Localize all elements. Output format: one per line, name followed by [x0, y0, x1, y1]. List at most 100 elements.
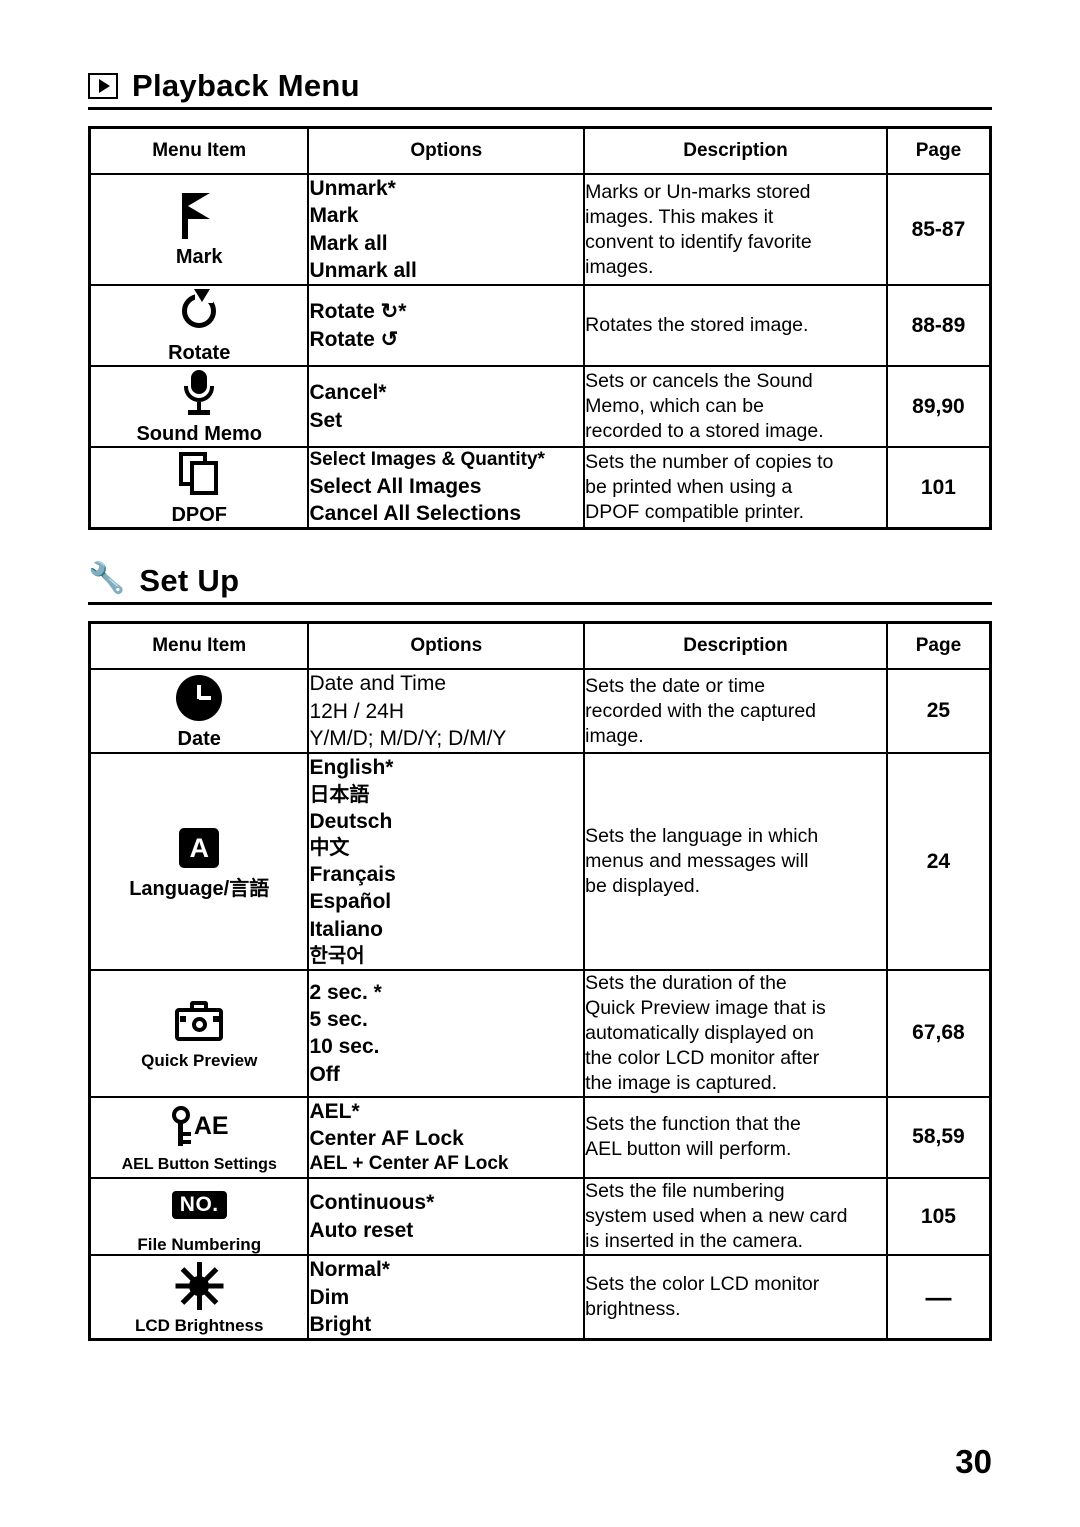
option-item: Set	[309, 408, 343, 432]
microphone-icon	[91, 367, 307, 419]
description-line: be displayed.	[585, 875, 701, 898]
options-cell: Unmark* Mark Mark all Unmark all	[307, 172, 586, 287]
option-item: 5 sec.	[309, 1007, 368, 1031]
option-item: Select Images & Quantity*	[309, 449, 545, 471]
menu-item-lcd-brightness: LCD Brightness	[88, 1254, 310, 1341]
camera-icon	[91, 995, 307, 1047]
ael-key-icon: AE	[91, 1100, 307, 1152]
description-line: Sets the color LCD monitor	[585, 1273, 820, 1296]
menu-item-label: Sound Memo	[136, 423, 262, 446]
column-header-page: Page	[885, 126, 992, 175]
menu-item-quick-preview: Quick Preview	[88, 968, 310, 1098]
option-item: Off	[309, 1062, 340, 1086]
flag-icon	[91, 190, 307, 242]
description-line: Sets or cancels the Sound	[585, 370, 813, 393]
option-item: AEL*	[309, 1099, 360, 1123]
page-number: 30	[955, 1443, 992, 1480]
option-item: Cancel*	[309, 381, 387, 405]
description-line: image.	[585, 724, 644, 747]
column-header-menu-item: Menu Item	[88, 621, 310, 671]
table-row: Mark Unmark* Mark Mark all Unmark all Ma…	[88, 172, 992, 287]
option-item: Select All Images	[309, 474, 482, 498]
description-line: Sets the date or time	[585, 674, 766, 697]
clock-icon	[91, 672, 307, 724]
number-icon: NO.	[91, 1179, 307, 1231]
description-line: be printed when using a	[585, 476, 793, 499]
section-heading-playback: Playback Menu	[88, 70, 992, 110]
description-line: DPOF compatible printer.	[585, 501, 805, 524]
option-item: Rotate ↺	[309, 326, 583, 353]
page-reference: 58,59	[885, 1095, 992, 1179]
options-cell: 2 sec. * 5 sec. 10 sec. Off	[307, 968, 586, 1098]
description-line: menus and messages will	[585, 850, 809, 873]
description-line: system used when a new card	[585, 1205, 848, 1228]
options-cell: English* 日本語 Deutsch 中文 Français Español…	[307, 752, 586, 971]
table-row: Date Date and Time 12H / 24H Y/M/D; M/D/…	[88, 668, 992, 755]
column-header-options: Options	[307, 621, 586, 671]
description-cell: Sets the language in which menus and mes…	[583, 752, 888, 971]
table-header-row: Menu Item Options Description Page	[88, 126, 992, 175]
option-item: Cancel All Selections	[309, 502, 522, 526]
column-header-description: Description	[583, 621, 888, 671]
menu-item-dpof: DPOF	[88, 446, 310, 530]
menu-item-label: Mark	[175, 246, 223, 269]
option-item: Français	[309, 862, 396, 886]
option-item: 日本語	[309, 783, 370, 806]
option-item: 한국어	[309, 944, 365, 967]
description-line: images.	[585, 255, 654, 278]
playback-menu-table: Menu Item Options Description Page Mark …	[88, 126, 992, 531]
description-line: Rotates the stored image.	[585, 314, 809, 337]
description-cell: Sets the date or time recorded with the …	[583, 668, 888, 755]
option-item: Auto reset	[309, 1218, 414, 1242]
section-title: Playback Menu	[132, 68, 360, 103]
description-line: Sets the duration of the	[585, 971, 787, 994]
option-item: Unmark all	[309, 258, 417, 282]
menu-item-sound-memo: Sound Memo	[88, 365, 310, 449]
description-line: Sets the file numbering	[585, 1180, 785, 1203]
description-line: Marks or Un-marks stored	[585, 180, 811, 203]
option-item: Italiano	[309, 917, 383, 941]
menu-item-label: Quick Preview	[141, 1051, 258, 1071]
description-line: automatically displayed on	[585, 1021, 814, 1044]
page-reference: —	[885, 1254, 992, 1341]
option-item: Deutsch	[309, 809, 393, 833]
options-cell: Date and Time 12H / 24H Y/M/D; M/D/Y; D/…	[307, 668, 586, 755]
language-icon: A	[91, 822, 307, 874]
description-line: the image is captured.	[585, 1071, 777, 1094]
menu-item-file-numbering: NO. File Numbering	[88, 1176, 310, 1257]
description-line: recorded with the captured	[585, 699, 817, 722]
description-line: Sets the language in which	[585, 825, 819, 848]
description-line: images. This makes it	[585, 205, 774, 228]
option-item: 中文	[309, 836, 350, 859]
page-reference: 67,68	[885, 968, 992, 1098]
menu-item-date: Date	[88, 668, 310, 755]
menu-item-label: Language/言語	[129, 878, 270, 901]
option-item: 12H / 24H	[309, 699, 404, 723]
option-item: Rotate ↻*	[309, 298, 583, 325]
page-reference: 105	[885, 1176, 992, 1257]
description-line: recorded to a stored image.	[585, 420, 824, 443]
menu-item-label: Rotate	[168, 342, 231, 365]
description-line: AEL button will perform.	[585, 1138, 792, 1161]
rotate-icon	[91, 286, 307, 338]
option-item: Dim	[309, 1285, 350, 1309]
play-icon	[88, 73, 118, 99]
option-item: Continuous*	[309, 1191, 435, 1215]
table-row: AE AEL Button Settings AEL* Center AF Lo…	[88, 1095, 992, 1179]
page-reference: 25	[885, 668, 992, 755]
option-item: 2 sec. *	[309, 980, 382, 1004]
section-heading-setup: 🔧 Set Up	[88, 564, 992, 606]
option-item: Mark	[309, 204, 359, 228]
option-item: Normal*	[309, 1258, 390, 1282]
page-reference: 85-87	[885, 172, 992, 287]
table-row: Quick Preview 2 sec. * 5 sec. 10 sec. Of…	[88, 968, 992, 1098]
description-cell: Sets or cancels the Sound Memo, which ca…	[583, 365, 888, 449]
option-label: Rotate ↺	[309, 327, 399, 351]
description-cell: Sets the file numbering system used when…	[583, 1176, 888, 1257]
options-cell: Cancel* Set	[307, 365, 586, 449]
options-cell: Normal* Dim Bright	[307, 1254, 586, 1341]
table-header-row: Menu Item Options Description Page	[88, 621, 992, 671]
option-item: Center AF Lock	[309, 1126, 464, 1150]
options-cell: AEL* Center AF Lock AEL + Center AF Lock	[307, 1095, 586, 1179]
menu-item-mark: Mark	[88, 172, 310, 287]
